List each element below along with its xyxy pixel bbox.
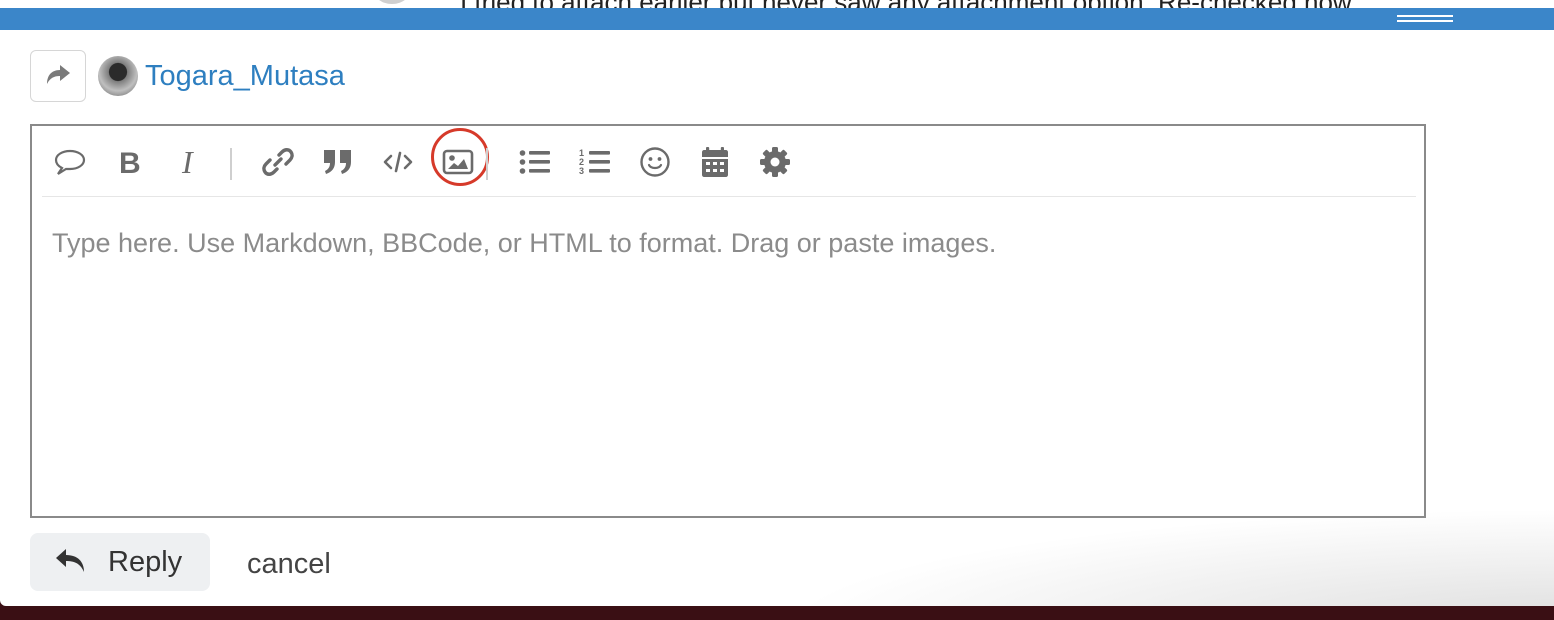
svg-text:3: 3 <box>579 166 584 176</box>
cancel-link[interactable]: cancel <box>247 548 331 581</box>
image-icon[interactable] <box>438 142 478 182</box>
reply-button[interactable]: Reply <box>30 533 210 591</box>
share-arrow-icon <box>45 64 71 89</box>
editor: B I 1 2 3 Type here. Use Markdown, BBCod… <box>30 124 1426 518</box>
code-icon[interactable] <box>378 142 418 182</box>
reply-type-button[interactable] <box>30 50 86 102</box>
calendar-icon[interactable] <box>695 142 735 182</box>
editor-toolbar: B I 1 2 3 <box>42 126 1416 197</box>
composer-shadow <box>780 508 1554 606</box>
reply-arrow-icon <box>54 547 86 578</box>
svg-text:I: I <box>181 147 194 177</box>
link-icon[interactable] <box>258 142 298 182</box>
emoji-icon[interactable] <box>635 142 675 182</box>
italic-icon[interactable]: I <box>170 142 210 182</box>
post-avatar <box>372 0 412 4</box>
quote-icon[interactable] <box>50 142 90 182</box>
svg-text:B: B <box>119 147 141 177</box>
composer-grip-bar[interactable] <box>0 8 1554 30</box>
user-avatar[interactable] <box>98 56 138 96</box>
bullet-list-icon[interactable] <box>515 142 555 182</box>
reply-composer: Togara_Mutasa B I 1 2 3 Type here. Use M… <box>0 8 1554 606</box>
numbered-list-icon[interactable]: 123 <box>575 142 615 182</box>
blockquote-icon[interactable] <box>318 142 358 182</box>
bold-icon[interactable]: B <box>110 142 150 182</box>
gear-icon[interactable] <box>755 142 795 182</box>
toolbar-separator <box>486 148 488 180</box>
reply-to-header: Togara_Mutasa <box>30 50 345 102</box>
reply-button-label: Reply <box>108 545 183 578</box>
reply-to-username[interactable]: Togara_Mutasa <box>145 60 345 93</box>
toolbar-separator <box>230 148 232 180</box>
grip-handle-icon[interactable] <box>1397 15 1453 22</box>
reply-textarea[interactable] <box>32 198 1424 516</box>
